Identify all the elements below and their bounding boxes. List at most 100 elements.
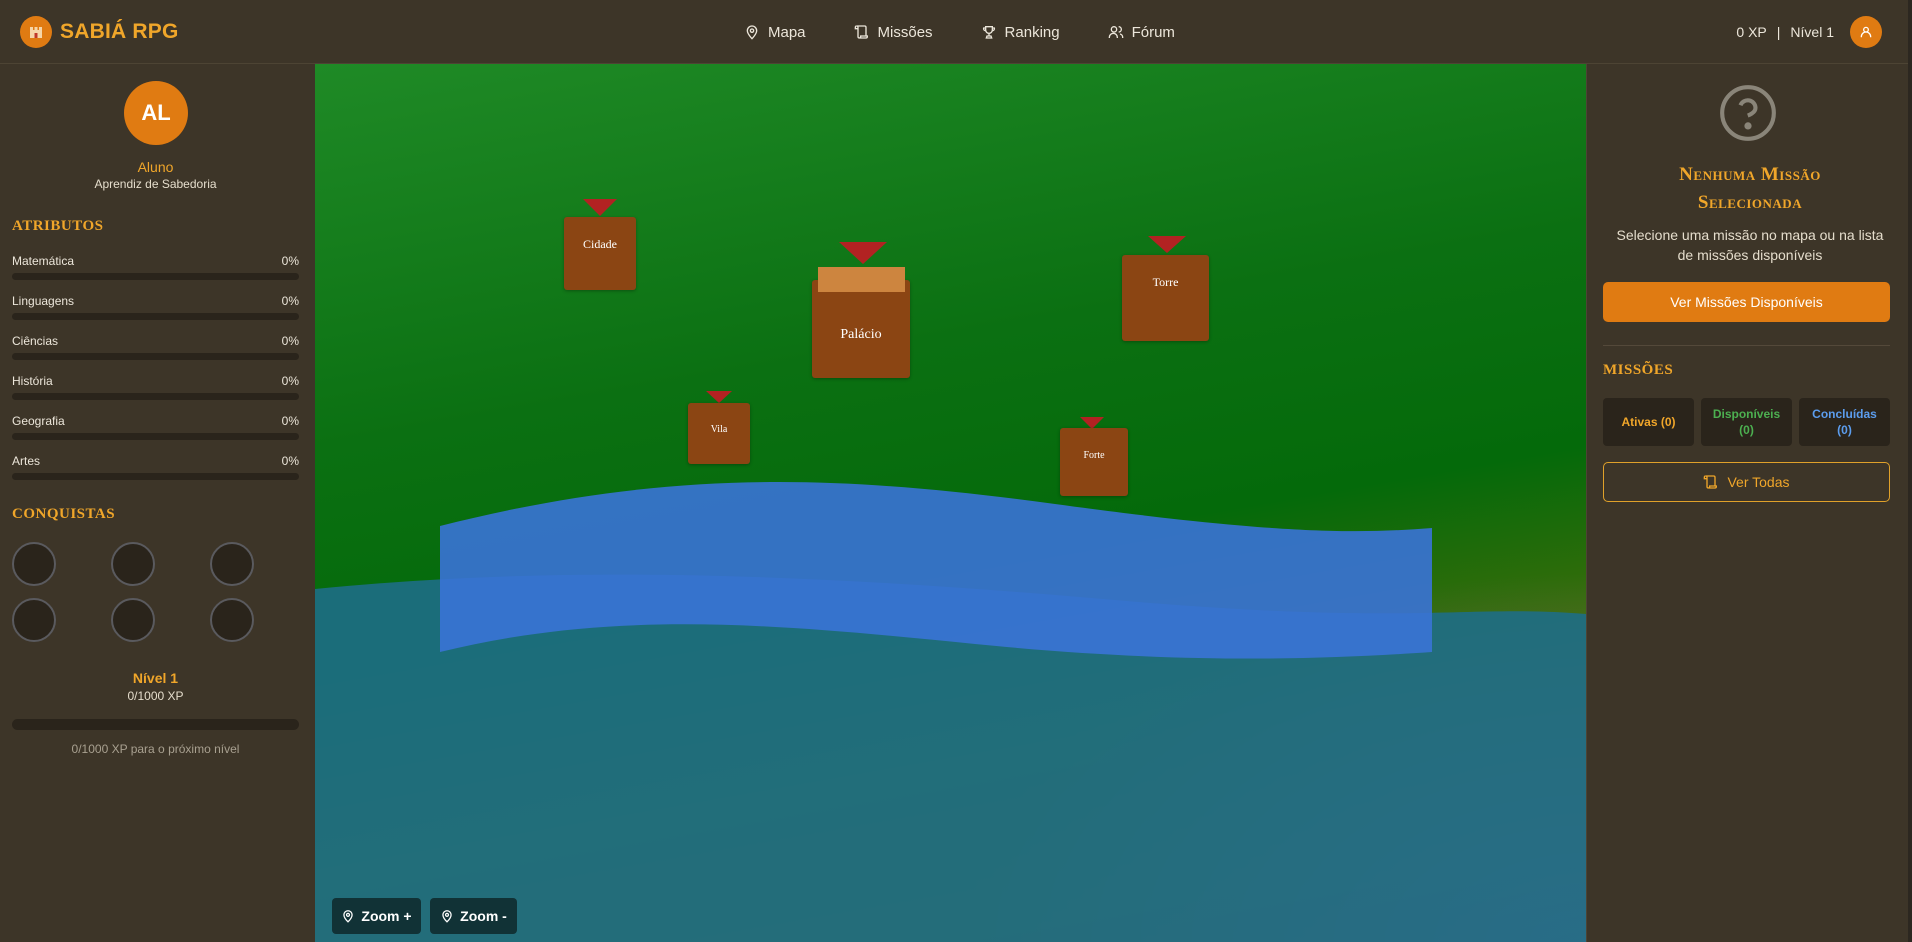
location-cidade[interactable]: Cidade [564,217,636,290]
location-palacio[interactable]: Palácio [812,280,910,378]
location-label: Forte [1083,450,1105,461]
xp-progress-bar [12,719,299,730]
zoom-in-label: Zoom + [361,908,412,924]
no-mission-title-line1: Nenhuma Missão [1679,164,1821,185]
brand-logo[interactable]: SABIÁ RPG [20,16,178,48]
level-label: Nível 1 [132,670,179,686]
attribute-value: 0% [281,414,299,428]
stat-count: (0) [1739,423,1754,437]
brand-name: SABIÁ RPG [60,20,179,43]
achievement-slot[interactable] [210,598,254,642]
user-menu-button[interactable] [1850,16,1882,48]
main-nav: Mapa Missões Ranking Fórum [744,0,1223,64]
avatar[interactable]: AL [124,81,188,145]
nav-label: Missões [877,23,933,41]
attributes-title: ATRIBUTOS [12,218,104,234]
attribute-value: 0% [281,454,299,468]
location-marker [839,242,887,264]
location-marker [706,391,732,403]
attribute-bar [12,433,299,440]
attribute-row: Matemática 0% [12,254,299,280]
attribute-name: Artes [12,454,41,468]
nav-label: Mapa [768,23,806,41]
achievement-slot[interactable] [210,542,254,586]
nav-item-missoes[interactable]: Missões [854,24,933,41]
user-name: Aluno [137,159,174,175]
mission-panel: Nenhuma Missão Selecionada Selecione uma… [1586,64,1912,942]
attribute-bar [12,473,299,480]
trophy-icon [982,26,995,39]
zoom-out-label: Zoom - [460,908,507,924]
stat-label: Concluídas [1812,407,1877,421]
zoom-out-button[interactable]: Zoom - [430,898,517,934]
separator: | [1776,24,1781,40]
location-label: Palácio [840,327,882,342]
nav-item-mapa[interactable]: Mapa [744,24,806,41]
nav-label: Ranking [1004,23,1060,41]
xp-label: 0/1000 XP [127,689,184,703]
location-label: Torre [1152,275,1179,289]
view-all-label: Ver Todas [1727,474,1790,490]
stat-label: Disponíveis [1712,407,1781,421]
castle-icon [20,16,52,48]
location-label: Cidade [583,237,617,251]
attribute-value: 0% [281,254,299,268]
location-marker [1148,236,1186,253]
location-vila[interactable]: Vila [688,403,750,464]
stat-count: (0) [1837,423,1852,437]
top-header: SABIÁ RPG Mapa Missões Ranking Fórum 0 X… [0,0,1912,64]
view-available-missions-button[interactable]: Ver Missões Disponíveis [1603,282,1890,322]
achievement-slot[interactable] [111,598,155,642]
nav-item-forum[interactable]: Fórum [1108,24,1175,41]
location-forte[interactable]: Forte [1060,428,1128,496]
question-circle-icon [1720,85,1776,141]
attribute-name: História [12,374,53,388]
map-pin-icon [442,910,452,923]
attribute-row: História 0% [12,374,299,400]
available-missions-tab[interactable]: Disponíveis (0) [1701,398,1792,446]
attribute-bar [12,393,299,400]
location-torre[interactable]: Torre [1122,255,1209,341]
no-mission-description: Selecione uma missão no mapa ou na lista… [1616,227,1884,263]
world-map[interactable]: Cidade Palácio Torre Vila Forte Zoom + Z… [315,64,1586,942]
next-level-text: 0/1000 XP para o próximo nível [71,742,240,756]
view-all-missions-button[interactable]: Ver Todas [1603,462,1890,502]
scroll-icon [854,25,868,39]
palace-roof [818,267,905,292]
achievement-slot[interactable] [111,542,155,586]
no-mission-title-line2: Selecionada [1697,192,1803,213]
nav-item-ranking[interactable]: Ranking [981,24,1060,41]
terrain-layer [315,482,1586,942]
xp-counter: 0 XP [1736,24,1767,40]
user-status: 0 XP | Nível 1 [1736,16,1882,48]
level-indicator: Nível 1 [1790,24,1834,40]
users-icon [1108,26,1123,38]
missions-title: MISSÕES [1603,362,1674,378]
map-pin-icon [746,25,758,40]
achievement-slot[interactable] [12,598,56,642]
completed-missions-tab[interactable]: Concluídas (0) [1799,398,1890,446]
zoom-in-button[interactable]: Zoom + [332,898,421,934]
attribute-row: Geografia 0% [12,414,299,440]
attribute-bar [12,273,299,280]
nav-label: Fórum [1131,23,1175,41]
attribute-name: Matemática [12,254,75,268]
achievements-title: CONQUISTAS [12,506,116,522]
attribute-row: Linguagens 0% [12,294,299,320]
location-marker [583,199,617,216]
window-scrollbar[interactable] [1908,0,1912,942]
attribute-value: 0% [281,374,299,388]
attribute-value: 0% [281,294,299,308]
attribute-bar [12,313,299,320]
attribute-row: Ciências 0% [12,334,299,360]
user-icon [1860,26,1872,38]
active-missions-tab[interactable]: Ativas (0) [1603,398,1694,446]
attribute-name: Ciências [12,334,59,348]
attribute-row: Artes 0% [12,454,299,480]
attribute-name: Geografia [12,414,65,428]
achievement-slot[interactable] [12,542,56,586]
user-title: Aprendiz de Sabedoria [94,177,217,191]
scroll-icon [1704,475,1718,489]
map-pin-icon [343,910,354,923]
attribute-bar [12,353,299,360]
